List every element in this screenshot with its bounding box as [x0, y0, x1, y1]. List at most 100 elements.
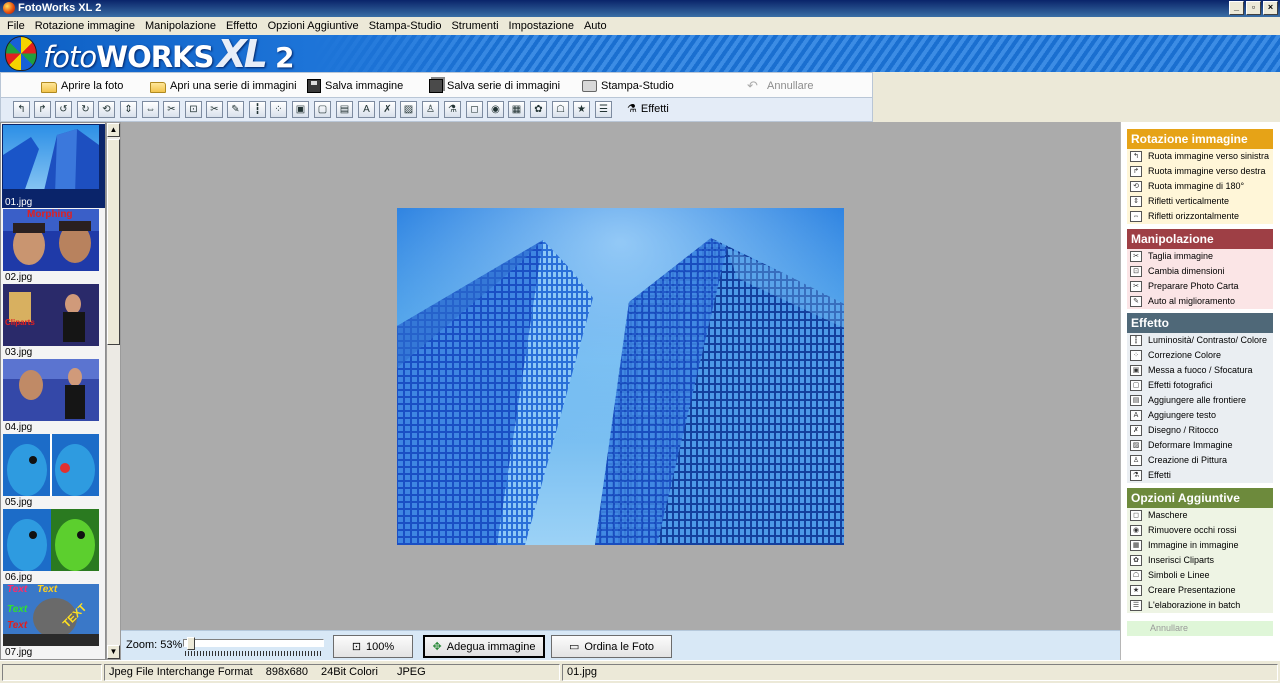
- batch-link[interactable]: ☰ L'elaborazione in batch: [1127, 598, 1273, 613]
- clipart-icon[interactable]: ✿: [530, 101, 547, 118]
- menu-opzioni[interactable]: Opzioni Aggiuntive: [263, 17, 364, 35]
- thumbnail-06[interactable]: [3, 509, 99, 573]
- rotate-180-link[interactable]: ⟲ Ruota immagine di 180°: [1127, 179, 1273, 194]
- rotate-right-icon: ↱: [1130, 166, 1142, 177]
- rotate-left-icon[interactable]: ↰: [13, 101, 30, 118]
- effects-button[interactable]: ⚗ Effetti: [627, 102, 669, 116]
- presentation-star-icon[interactable]: ★: [573, 101, 590, 118]
- section-options: Opzioni Aggiuntive ◻ Maschere ◉ Rimuovere …: [1127, 488, 1273, 613]
- mask-icon[interactable]: ◻: [466, 101, 483, 118]
- flip-vertical-icon[interactable]: ⇕: [120, 101, 137, 118]
- paint-icon[interactable]: ♙: [422, 101, 439, 118]
- red-eye-icon[interactable]: ◉: [487, 101, 504, 118]
- close-button[interactable]: ×: [1263, 1, 1278, 15]
- thumbnail-caption: 07.jpg: [5, 647, 33, 658]
- rotate-right-icon[interactable]: ↱: [34, 101, 51, 118]
- draw-icon[interactable]: ✗: [379, 101, 396, 118]
- sharpen-icon[interactable]: ▣: [292, 101, 309, 118]
- rotate-ccw-icon[interactable]: ↺: [55, 101, 72, 118]
- panel-undo-link[interactable]: Annullare: [1127, 621, 1273, 636]
- sharpen-link[interactable]: ▣ Messa a fuoco / Sfocatura: [1127, 363, 1273, 378]
- menu-impostazione[interactable]: Impostazione: [504, 17, 579, 35]
- menu-rotazione[interactable]: Rotazione immagine: [30, 17, 140, 35]
- color-correction-link[interactable]: ⁘ Correzione Colore: [1127, 348, 1273, 363]
- menu-manipolazione[interactable]: Manipolazione: [140, 17, 221, 35]
- thumbnail-07[interactable]: Text Text Text Text TEXT: [3, 584, 99, 648]
- minimize-button[interactable]: _: [1229, 1, 1244, 15]
- image-canvas[interactable]: [121, 122, 1120, 630]
- open-series-button[interactable]: Apri una serie di immagini: [150, 77, 297, 95]
- auto-enhance-link[interactable]: ✎ Auto al miglioramento: [1127, 294, 1273, 309]
- thumbnail-03[interactable]: Cliparts: [3, 284, 99, 348]
- thumbnail-caption: 05.jpg: [5, 497, 33, 508]
- resize-icon[interactable]: ⊡: [185, 101, 202, 118]
- borders-link[interactable]: ▤ Aggiungere alle frontiere: [1127, 393, 1273, 408]
- rotate-180-icon[interactable]: ⟲: [98, 101, 115, 118]
- flip-horizontal-icon[interactable]: ⇔: [142, 101, 159, 118]
- zoom-slider-handle[interactable]: [187, 637, 195, 650]
- zoom-100-button[interactable]: ⊡ 100%: [333, 635, 413, 658]
- effects-icon[interactable]: ⚗: [444, 101, 461, 118]
- photo-paper-link[interactable]: ✂ Preparare Photo Carta: [1127, 279, 1273, 294]
- photo-paper-icon[interactable]: ✂: [206, 101, 223, 118]
- rotate-left-link[interactable]: ↰ Ruota immagine verso sinistra: [1127, 149, 1273, 164]
- add-text-link[interactable]: A Aggiungere testo: [1127, 408, 1273, 423]
- printer-icon: [582, 80, 597, 92]
- scroll-up-icon[interactable]: ▲: [107, 123, 120, 137]
- menu-effetto[interactable]: Effetto: [221, 17, 263, 35]
- flip-horizontal-link[interactable]: ⇔ Rifletti orizzontalmente: [1127, 209, 1273, 224]
- symbols-link[interactable]: ☖ Simboli e Linee: [1127, 568, 1273, 583]
- masks-link[interactable]: ◻ Maschere: [1127, 508, 1273, 523]
- rotate-cw-icon[interactable]: ↻: [77, 101, 94, 118]
- open-photo-button[interactable]: Aprire la foto: [41, 77, 123, 95]
- draw-link[interactable]: ✗ Disegno / Ritocco: [1127, 423, 1273, 438]
- menu-strumenti[interactable]: Strumenti: [446, 17, 503, 35]
- thumbnail-scrollbar[interactable]: ▲ ▼: [106, 122, 121, 660]
- text-icon[interactable]: A: [358, 101, 375, 118]
- deform-icon[interactable]: ▨: [400, 101, 417, 118]
- brightness-icon[interactable]: ┇: [249, 101, 266, 118]
- thumbnail-02[interactable]: Morphing: [3, 209, 99, 273]
- undo-button[interactable]: ↶ Annullare: [747, 77, 813, 95]
- picture-in-picture-icon[interactable]: ▦: [508, 101, 525, 118]
- effects-link[interactable]: ⚗ Effetti: [1127, 468, 1273, 483]
- painting-link[interactable]: ♙ Creazione di Pittura: [1127, 453, 1273, 468]
- save-image-button[interactable]: Salva immagine: [307, 77, 403, 95]
- deform-link[interactable]: ▨ Deformare Immagine: [1127, 438, 1273, 453]
- symbols-icon[interactable]: ☖: [552, 101, 569, 118]
- maximize-button[interactable]: ▫: [1246, 1, 1261, 15]
- scroll-down-icon[interactable]: ▼: [107, 645, 120, 659]
- resize-link[interactable]: ⊡ Cambia dimensioni: [1127, 264, 1273, 279]
- color-correction-icon[interactable]: ⁘: [270, 101, 287, 118]
- thumbnail-01[interactable]: [3, 125, 99, 189]
- brightness-link[interactable]: ┇ Luminosità/ Contrasto/ Colore: [1127, 333, 1273, 348]
- fit-image-button[interactable]: ✥ Adegua immagine: [423, 635, 545, 658]
- auto-enhance-icon[interactable]: ✎: [227, 101, 244, 118]
- zoom-slider[interactable]: [183, 637, 324, 657]
- rotate-right-link[interactable]: ↱ Ruota immagine verso destra: [1127, 164, 1273, 179]
- sort-photos-button[interactable]: ▭ Ordina le Foto: [551, 635, 672, 658]
- sharpen-icon: ▣: [1130, 365, 1142, 376]
- batch-icon[interactable]: ☰: [595, 101, 612, 118]
- save-series-button[interactable]: Salva serie di immagini: [429, 77, 560, 95]
- crop-icon[interactable]: ✂: [163, 101, 180, 118]
- menu-stampa[interactable]: Stampa-Studio: [364, 17, 447, 35]
- print-studio-button[interactable]: Stampa-Studio: [582, 77, 674, 95]
- red-eye-link[interactable]: ◉ Rimuovere occhi rossi: [1127, 523, 1273, 538]
- menu-bar: File Rotazione immagine Manipolazione Ef…: [0, 17, 1280, 35]
- color-dots-icon: ⁘: [1130, 350, 1142, 361]
- photo-effects-link[interactable]: ▢ Effetti fotografici: [1127, 378, 1273, 393]
- clipart-icon: ✿: [1130, 555, 1142, 566]
- crop-link[interactable]: ✂ Taglia immagine: [1127, 249, 1273, 264]
- menu-auto[interactable]: Auto: [579, 17, 612, 35]
- menu-file[interactable]: File: [2, 17, 30, 35]
- frame-icon[interactable]: ▤: [336, 101, 353, 118]
- picture-in-picture-link[interactable]: ▦ Immagine in immagine: [1127, 538, 1273, 553]
- thumbnail-04[interactable]: [3, 359, 99, 423]
- photo-effects-icon[interactable]: ▢: [314, 101, 331, 118]
- cliparts-link[interactable]: ✿ Inserisci Cliparts: [1127, 553, 1273, 568]
- presentation-link[interactable]: ★ Creare Presentazione: [1127, 583, 1273, 598]
- thumbnail-05[interactable]: [3, 434, 99, 498]
- flip-vertical-link[interactable]: ⇕ Rifletti verticalmente: [1127, 194, 1273, 209]
- scroll-thumb[interactable]: [107, 139, 120, 345]
